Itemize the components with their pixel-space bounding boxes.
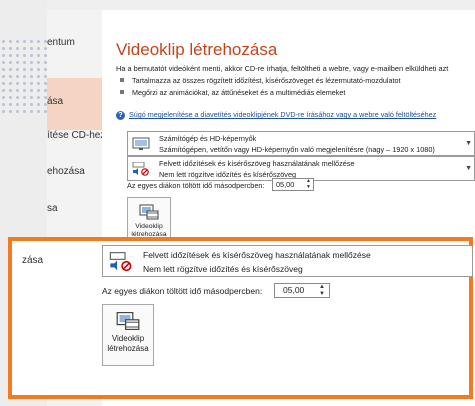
seconds-spinbox[interactable]: 05,00 ▲ ▼ [272,178,314,191]
seconds-label: Az egyes diákon töltött idő másodpercben… [127,181,265,190]
zoom-seconds-label: Az egyes diákon töltött idő másodpercben… [102,286,263,296]
sidebar-item-4[interactable]: ehozása [47,166,102,177]
monitor-icon [132,137,150,150]
zoom-timing-dropdown[interactable]: Felvett időzítések és kísérőszöveg haszn… [102,245,473,277]
dropdown-arrow-icon: ▼ [465,140,472,147]
video-create-icon [116,311,140,330]
zoom-create-video-button[interactable]: Videoklip létrehozása [102,304,154,366]
zoom-create-video-label-1: Videoklip [111,334,145,343]
spin-arrows-icon[interactable]: ▲ ▼ [306,178,311,190]
quality-subtitle: Számítógépen, vetítőn vagy HD-képernyőn … [159,145,435,154]
sidebar-item-export-selected[interactable]: ása [47,96,102,107]
bullet-text: Tartalmazza az összes rögzített időzítés… [132,76,401,85]
zoom-sidebar-label: zása [22,255,44,266]
bullet-item-2: Megőrzi az animációkat, az áttűnéseket é… [120,88,345,97]
sidebar-item-1[interactable]: entum [47,37,102,48]
create-video-label-1: Videoklip [135,223,163,230]
timing-record-icon [109,252,132,272]
bullet-text: Megőrzi az animációkat, az áttűnéseket é… [132,88,346,97]
timing-record-icon [132,162,149,176]
video-create-icon [139,204,159,220]
help-link[interactable]: ? Súgó megjelenítése a diavetítés videokl… [116,110,436,120]
decorative-dots [0,38,50,116]
quality-title: Számítógép és HD-képernyők [159,134,257,143]
description-text: Ha a bemutatót videóként menti, akkor CD… [116,64,449,73]
help-link-text[interactable]: Súgó megjelenítése a diavetítés videokli… [129,110,436,119]
sidebar-item-5[interactable]: sa [47,203,102,214]
spin-arrows-icon[interactable]: ▲ ▼ [319,284,325,297]
sidebar-item-cd[interactable]: ítése CD-hez [47,130,102,141]
bullet-icon [120,90,124,94]
zoom-timing-subtitle: Nem lett rögzítve időzítés és kísérőszöv… [143,264,303,274]
seconds-value[interactable]: 05,00 [276,180,294,189]
bullet-item-1: Tartalmazza az összes rögzített időzítés… [120,76,400,85]
help-icon: ? [116,111,125,120]
page-title: Videoklip létrehozása [116,40,278,59]
quality-dropdown[interactable]: Számítógép és HD-képernyők Számítógépen,… [127,131,475,156]
bullet-icon [120,78,124,82]
dropdown-arrow-icon: ▼ [465,165,472,172]
zoom-timing-title: Felvett időzítések és kísérőszöveg haszn… [143,250,371,260]
zoom-seconds-spinbox[interactable]: 05,00 ▲ ▼ [274,283,330,298]
window-frame-top [0,0,475,10]
zoom-create-video-label-2: létrehozása [107,344,149,353]
zoom-callout: zása Felvett időzítések és kísérőszöveg … [8,237,473,399]
zoom-seconds-value[interactable]: 05,00 [283,285,304,295]
timing-title: Felvett időzítések és kísérőszöveg haszn… [159,159,355,168]
